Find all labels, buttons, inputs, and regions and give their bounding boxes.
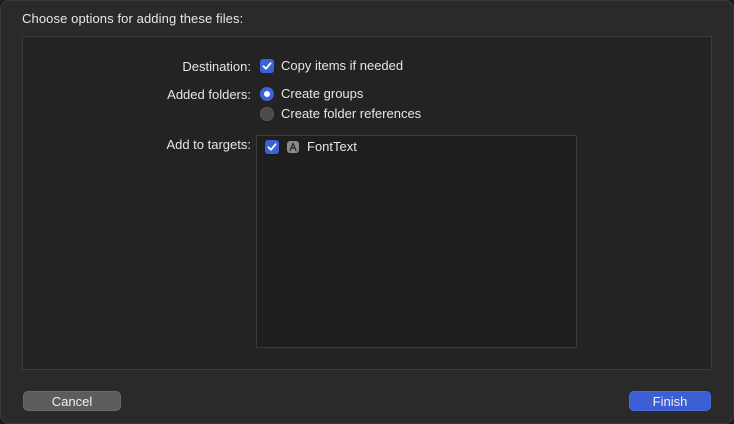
add-to-targets-label: Add to targets: [166,137,251,152]
dialog-title: Choose options for adding these files: [22,11,244,26]
add-files-sheet: Choose options for adding these files: D… [0,0,734,424]
radio-selected-icon [260,86,274,101]
checkbox-checked-icon [260,58,274,73]
radio-create-folder-references[interactable]: Create folder references [260,106,421,121]
create-folder-references-label: Create folder references [281,106,422,121]
target-name: FontText [307,139,357,154]
destination-label: Destination: [182,59,251,74]
create-groups-label: Create groups [281,86,364,101]
finish-button[interactable]: Finish [629,391,711,411]
copy-items-label: Copy items if needed [281,58,404,73]
added-folders-label: Added folders: [167,87,251,102]
options-panel: Destination: Copy items if needed Added … [22,36,712,370]
checkbox-checked-icon[interactable] [265,139,279,154]
list-item[interactable]: FontText [265,139,357,154]
targets-list[interactable]: FontText [256,135,577,348]
app-target-icon [287,140,299,153]
copy-items-checkbox[interactable]: Copy items if needed [260,58,403,73]
radio-unselected-icon [260,106,274,121]
radio-create-groups[interactable]: Create groups [260,86,363,101]
cancel-button[interactable]: Cancel [23,391,121,411]
